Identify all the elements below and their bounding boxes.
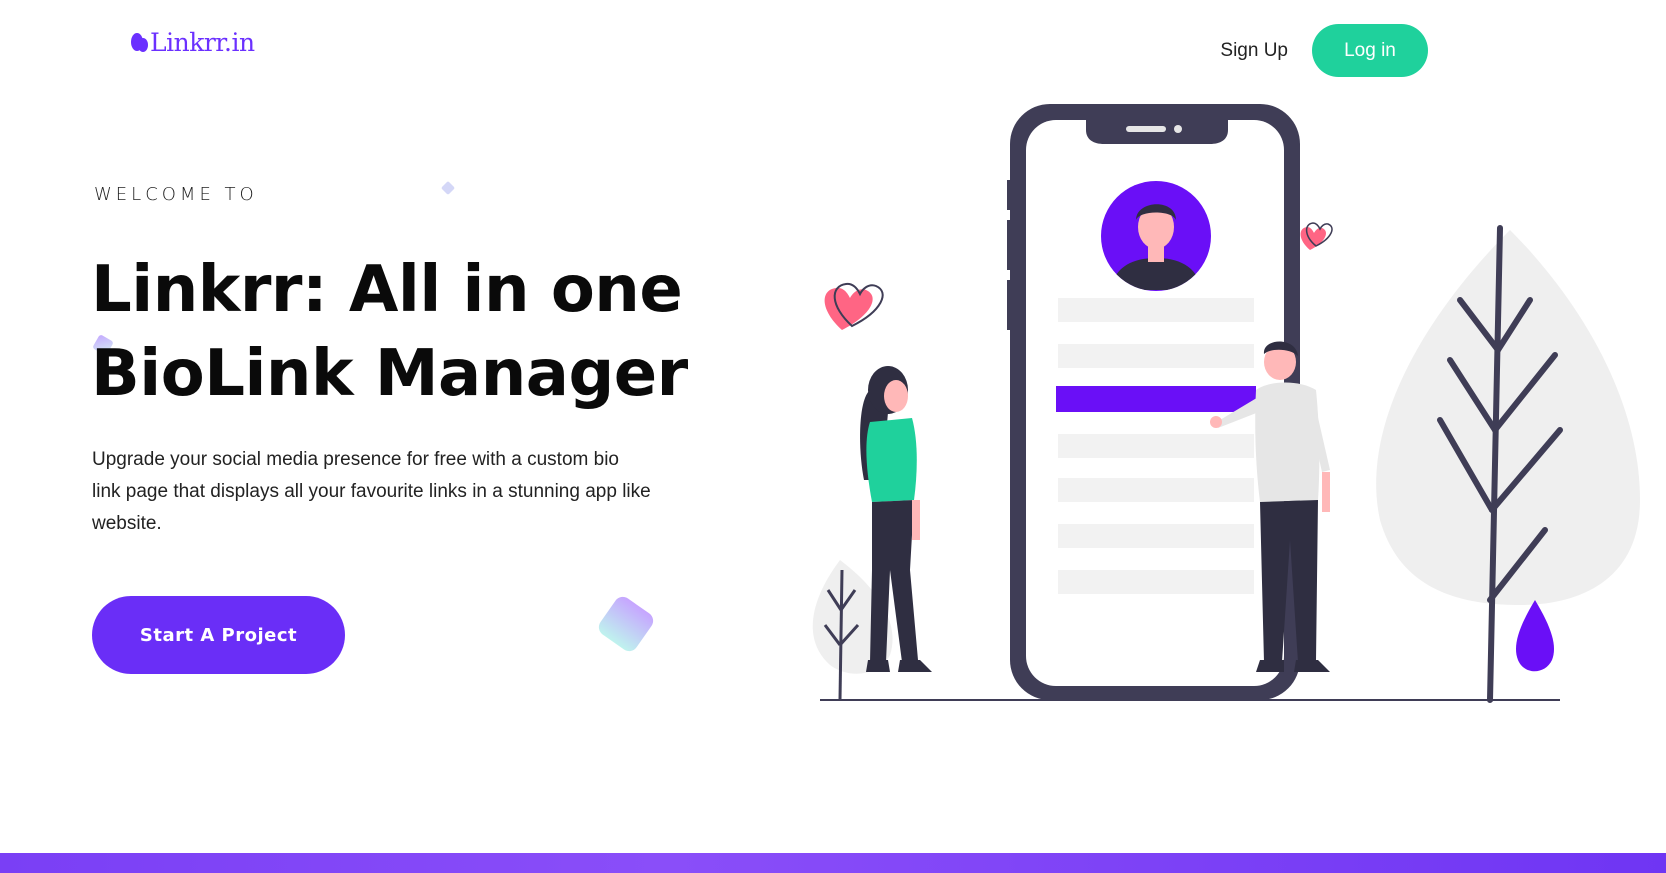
start-project-button[interactable]: Start A Project	[92, 596, 345, 674]
eyebrow-text: WELCOME TO	[94, 184, 258, 205]
decorative-diamond-large	[598, 596, 654, 652]
hero-headline: Linkrr: All in one BioLink Manager	[91, 248, 711, 416]
bottom-accent-bar	[0, 853, 1666, 873]
logo-mark-icon	[131, 32, 148, 52]
signup-link[interactable]: Sign Up	[1220, 40, 1288, 62]
top-nav: Sign Up Log in	[1220, 24, 1428, 77]
hero-description: Upgrade your social media presence for f…	[92, 449, 651, 534]
logo[interactable]: Linkrr.in	[130, 28, 255, 57]
heart-icon	[824, 282, 884, 330]
headline-line-1: Linkrr: All in one	[91, 253, 683, 327]
woman-figure	[860, 366, 932, 672]
decorative-diamond-small	[441, 181, 455, 195]
heart-icon	[1300, 222, 1333, 250]
login-button[interactable]: Log in	[1312, 24, 1428, 77]
hero-illustration	[812, 104, 1640, 703]
avatar-illustration	[1101, 181, 1211, 291]
logo-text: Linkrr.in	[150, 28, 255, 57]
headline-line-2: BioLink Manager	[91, 337, 688, 411]
purple-drop-shape	[1515, 600, 1555, 672]
